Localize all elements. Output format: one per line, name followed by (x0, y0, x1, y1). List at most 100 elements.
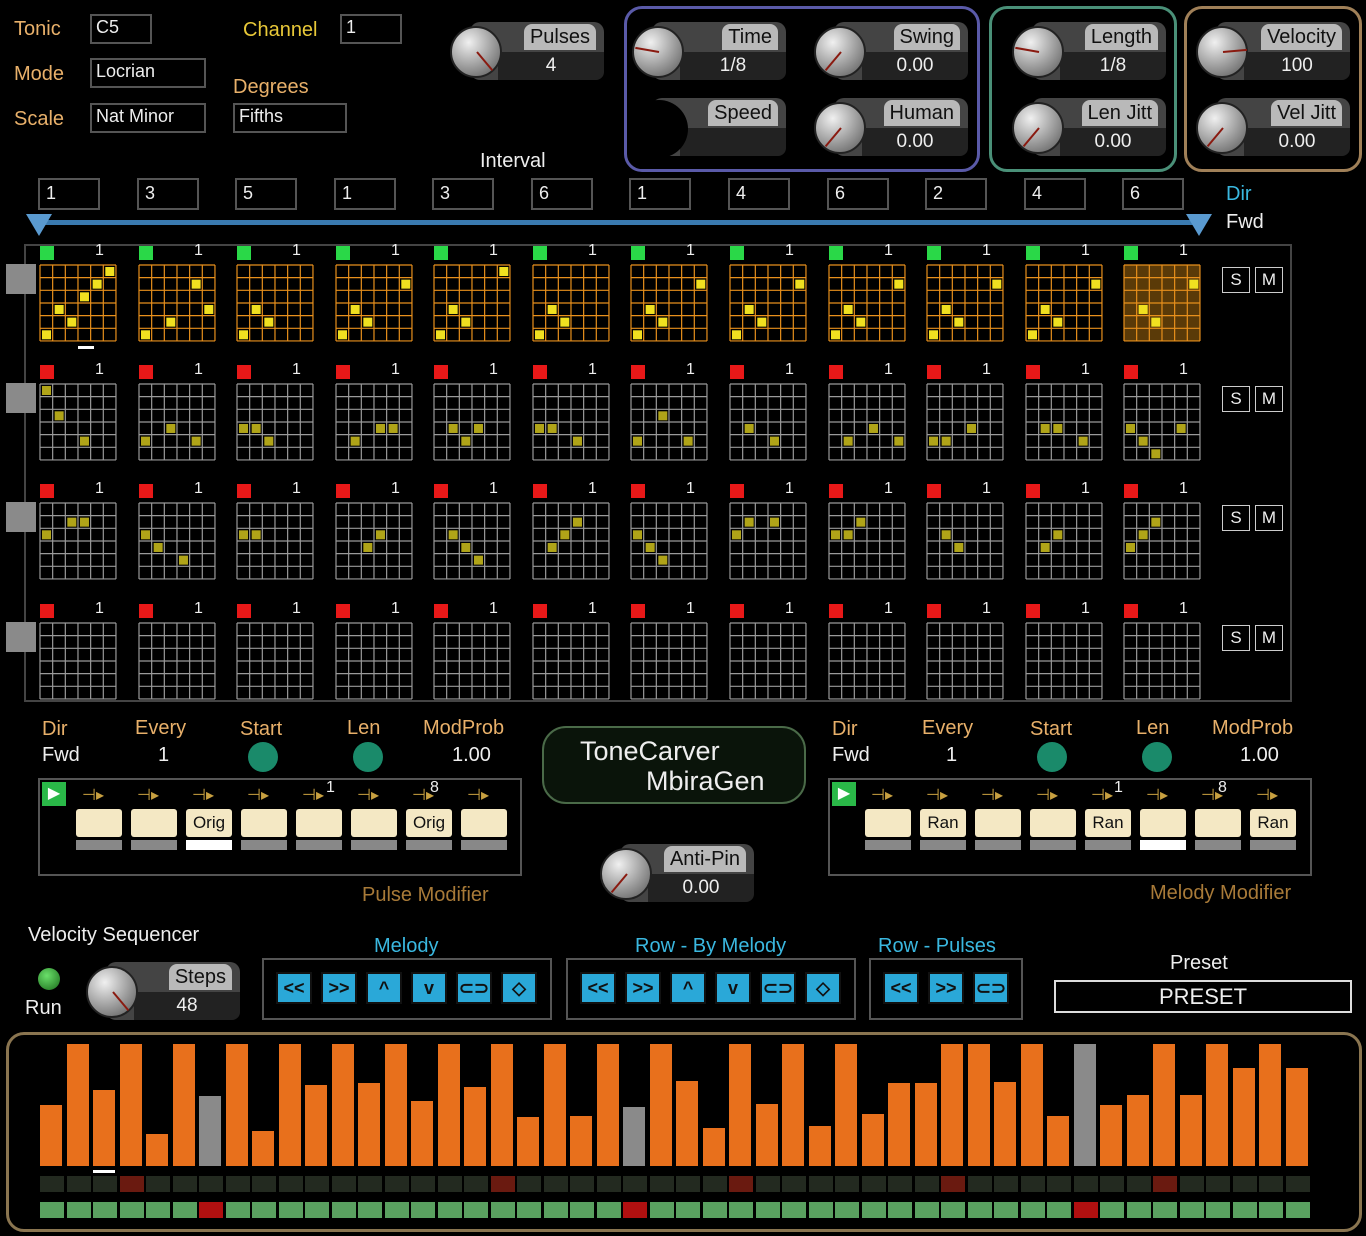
note-cell[interactable] (1151, 517, 1161, 527)
velocity-bar[interactable] (252, 1131, 274, 1166)
note-cell[interactable] (1176, 423, 1186, 433)
velocity-bar[interactable] (914, 1083, 937, 1166)
note-cell[interactable] (499, 267, 509, 276)
note-cell[interactable] (153, 542, 163, 552)
step-grid[interactable] (630, 383, 708, 461)
row-active-indicator[interactable] (336, 365, 350, 379)
velocity-bar[interactable] (808, 1126, 831, 1166)
step-grid[interactable] (1123, 264, 1201, 342)
modifier-step-button[interactable] (241, 809, 287, 837)
note-cell[interactable] (941, 436, 951, 446)
note-cell[interactable] (929, 436, 938, 446)
velocity-bar[interactable] (835, 1044, 857, 1166)
note-cell[interactable] (350, 436, 360, 446)
transport-button[interactable]: ⊂⊃ (456, 972, 492, 1004)
note-cell[interactable] (264, 436, 274, 446)
note-cell[interactable] (436, 330, 445, 340)
velocity-bar[interactable] (967, 1044, 990, 1166)
velocity-bar[interactable] (278, 1044, 301, 1166)
note-cell[interactable] (1040, 542, 1050, 552)
step-cell[interactable] (828, 383, 906, 461)
note-cell[interactable] (941, 530, 951, 540)
modifier-step-button[interactable]: Orig (406, 809, 452, 837)
anti-pin-knob[interactable] (600, 848, 652, 900)
row-select-button[interactable] (6, 502, 36, 532)
row-active-indicator[interactable] (1124, 246, 1138, 260)
note-cell[interactable] (239, 530, 248, 540)
velocity-bar[interactable] (119, 1044, 142, 1166)
step-grid[interactable] (926, 502, 1004, 580)
step-grid[interactable] (926, 383, 1004, 461)
step-cell[interactable] (39, 264, 117, 342)
modifier-step-button[interactable]: Orig (186, 809, 232, 837)
step-cell[interactable] (828, 264, 906, 342)
step-cell[interactable] (39, 502, 117, 580)
step-cell[interactable] (236, 383, 314, 461)
transport-button[interactable]: >> (625, 972, 661, 1004)
row-active-indicator[interactable] (927, 604, 941, 618)
solo-button[interactable]: S (1222, 625, 1250, 651)
mute-button[interactable]: M (1255, 625, 1283, 651)
note-cell[interactable] (560, 317, 570, 327)
dir-value[interactable]: Fwd (1226, 211, 1264, 234)
note-cell[interactable] (239, 423, 248, 433)
row-active-indicator[interactable] (533, 365, 547, 379)
velocity-bar[interactable] (66, 1044, 89, 1166)
interval-box[interactable]: 5 (235, 178, 297, 210)
step-cell[interactable] (335, 264, 413, 342)
step-toggle[interactable] (967, 1202, 992, 1218)
transport-button[interactable]: ⊂⊃ (973, 972, 1009, 1004)
row-active-indicator[interactable] (336, 484, 350, 498)
step-cell[interactable] (1025, 622, 1103, 700)
transport-button[interactable]: ^ (366, 972, 402, 1004)
step-cell[interactable] (1025, 502, 1103, 580)
step-grid[interactable] (39, 264, 117, 342)
modifier-step-bar[interactable] (241, 840, 287, 850)
row-active-indicator[interactable] (237, 365, 251, 379)
step-toggle[interactable] (199, 1202, 223, 1218)
step-toggle[interactable] (1179, 1202, 1204, 1218)
interval-box[interactable]: 1 (629, 178, 691, 210)
step-grid[interactable] (828, 502, 906, 580)
note-cell[interactable] (239, 330, 248, 340)
note-cell[interactable] (1053, 423, 1063, 433)
step-cell[interactable] (138, 264, 216, 342)
step-cell[interactable] (433, 622, 511, 700)
pulse-modprob-value[interactable]: 1.00 (452, 744, 491, 767)
modifier-step-button[interactable]: Ran (1250, 809, 1296, 837)
modifier-step-button[interactable] (975, 809, 1021, 837)
velocity-bar[interactable] (1126, 1095, 1149, 1166)
modifier-step-button[interactable]: Ran (1085, 809, 1131, 837)
velocity-bar[interactable] (782, 1044, 804, 1166)
velocity-bar[interactable] (861, 1114, 884, 1166)
note-cell[interactable] (166, 317, 176, 327)
modifier-step-bar[interactable] (1140, 840, 1186, 850)
velocity-bar[interactable] (649, 1044, 672, 1166)
row-active-indicator[interactable] (434, 246, 448, 260)
modifier-step-button[interactable] (131, 809, 177, 837)
note-cell[interactable] (1078, 436, 1088, 446)
note-cell[interactable] (79, 436, 89, 446)
step-cell[interactable] (532, 622, 610, 700)
note-cell[interactable] (1028, 330, 1037, 340)
velocity-bar[interactable] (437, 1044, 460, 1166)
velocity-bar[interactable] (1259, 1044, 1281, 1166)
row-active-indicator[interactable] (40, 365, 54, 379)
row-active-indicator[interactable] (1026, 365, 1040, 379)
modifier-step-button[interactable] (461, 809, 507, 837)
note-cell[interactable] (1126, 423, 1135, 433)
row-active-indicator[interactable] (434, 365, 448, 379)
modifier-step-button[interactable] (76, 809, 122, 837)
note-cell[interactable] (461, 317, 471, 327)
interval-box[interactable]: 6 (827, 178, 889, 210)
note-cell[interactable] (401, 279, 411, 289)
note-cell[interactable] (251, 530, 261, 540)
row-active-indicator[interactable] (730, 365, 744, 379)
note-cell[interactable] (843, 436, 853, 446)
transport-button[interactable]: v (715, 972, 751, 1004)
step-toggle[interactable] (676, 1202, 700, 1218)
step-toggle[interactable] (888, 1202, 912, 1218)
modifier-step-button[interactable]: Ran (920, 809, 966, 837)
note-cell[interactable] (633, 436, 642, 446)
velocity-bar[interactable] (464, 1087, 486, 1166)
